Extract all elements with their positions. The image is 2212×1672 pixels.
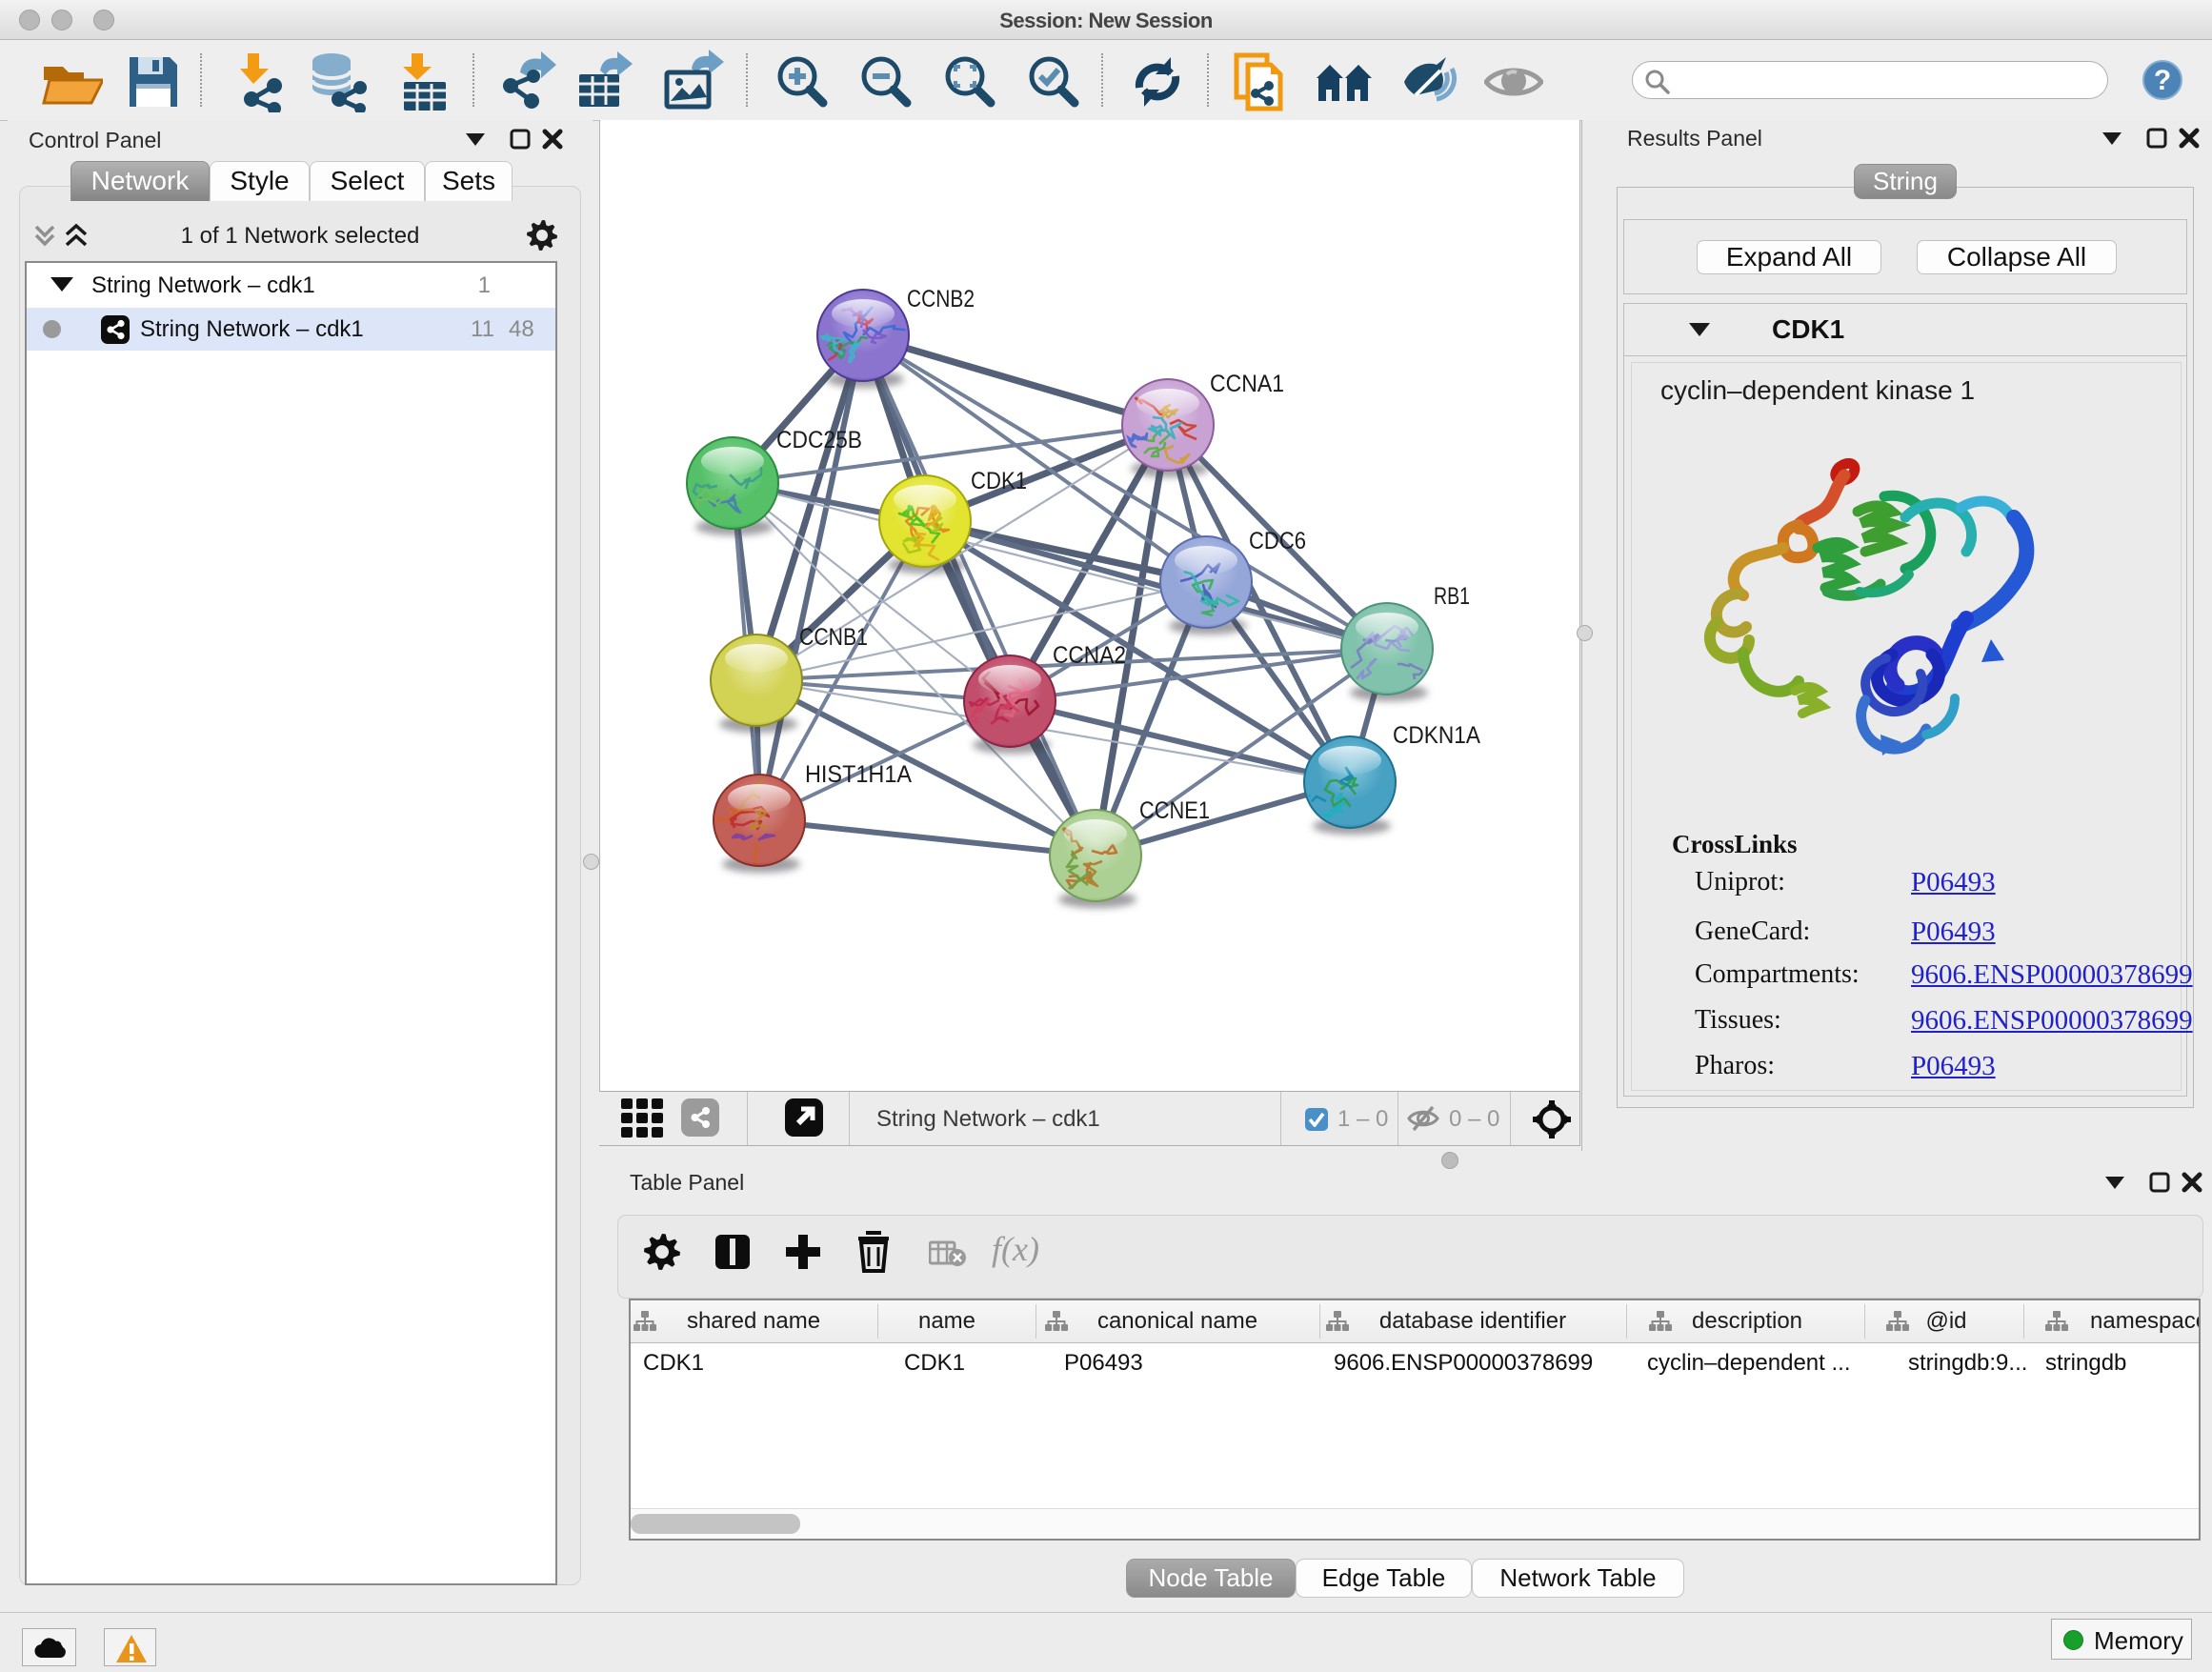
svg-text:CDKN1A: CDKN1A	[1393, 722, 1480, 749]
svg-text:CDC25B: CDC25B	[776, 427, 862, 453]
svg-text:CCNA1: CCNA1	[1210, 371, 1284, 397]
svg-text:CCNB1: CCNB1	[799, 624, 868, 651]
svg-text:CDC6: CDC6	[1249, 528, 1306, 554]
svg-text:RB1: RB1	[1434, 583, 1470, 610]
svg-text:CCNE1: CCNE1	[1139, 797, 1210, 824]
svg-text:CCNA2: CCNA2	[1053, 642, 1126, 669]
svg-text:?: ?	[2154, 65, 2171, 96]
svg-text:HIST1H1A: HIST1H1A	[805, 761, 912, 788]
svg-text:CDK1: CDK1	[971, 468, 1027, 494]
svg-text:CCNB2: CCNB2	[907, 286, 975, 312]
